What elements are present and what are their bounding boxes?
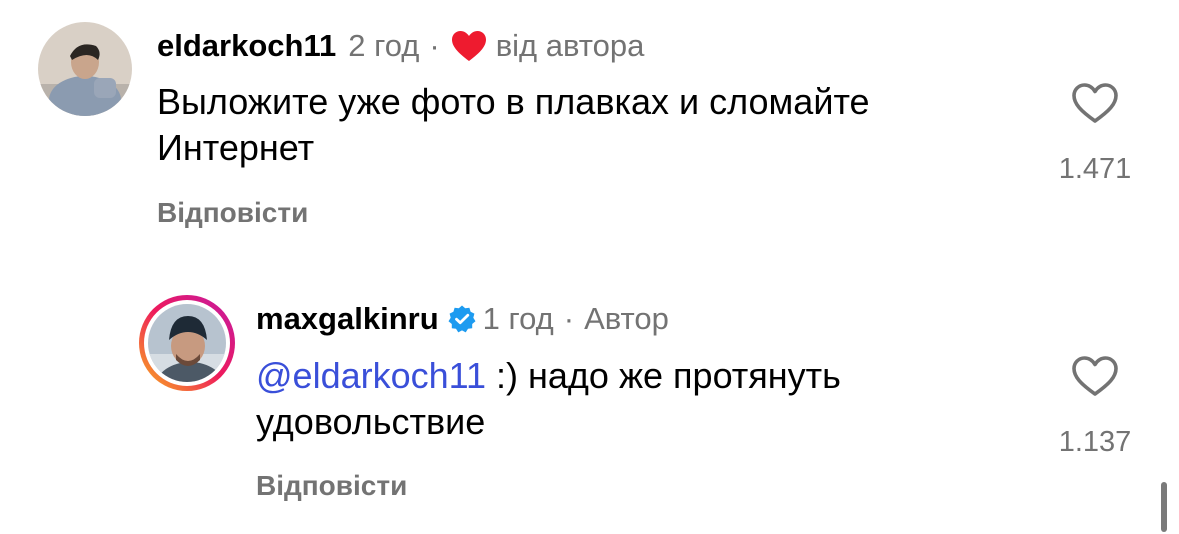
mention-link[interactable]: @eldarkoch11 <box>256 355 486 396</box>
reply-button[interactable]: Відповісти <box>157 197 308 229</box>
scrollbar[interactable] <box>1161 482 1167 532</box>
author-liked-badge: від автора <box>495 28 645 63</box>
comments-thread: eldarkoch11 2 год · від автора Выложите … <box>0 0 1179 534</box>
comment-header: maxgalkinru 1 год · Автор <box>256 299 669 339</box>
heart-filled-icon <box>450 29 488 63</box>
comment-text: Выложите уже фото в плавках и сломайте И… <box>157 79 1017 171</box>
avatar-story-ring[interactable] <box>138 294 236 392</box>
heart-outline-icon[interactable] <box>1071 355 1119 397</box>
reply-button[interactable]: Відповісти <box>256 470 407 502</box>
username[interactable]: eldarkoch11 <box>157 26 336 66</box>
comment-time: 2 год <box>348 28 420 63</box>
verified-badge-icon <box>447 304 477 334</box>
author-badge: Автор <box>584 301 669 336</box>
comment-text: @eldarkoch11 :) надо же протянуть удовол… <box>256 353 956 445</box>
separator: · <box>563 301 575 336</box>
like-count: 1.471 <box>1058 153 1132 185</box>
avatar[interactable] <box>38 22 132 116</box>
like-control: 1.471 <box>1045 82 1145 186</box>
comment-body: Выложите уже фото в плавках и сломайте И… <box>157 81 870 168</box>
comment-header: eldarkoch11 2 год · від автора <box>157 26 644 66</box>
like-count: 1.137 <box>1058 426 1132 458</box>
like-control: 1.137 <box>1045 355 1145 459</box>
separator: · <box>429 28 440 63</box>
heart-outline-icon[interactable] <box>1071 82 1119 124</box>
comment-time: 1 год <box>482 301 554 336</box>
username[interactable]: maxgalkinru <box>256 299 439 339</box>
